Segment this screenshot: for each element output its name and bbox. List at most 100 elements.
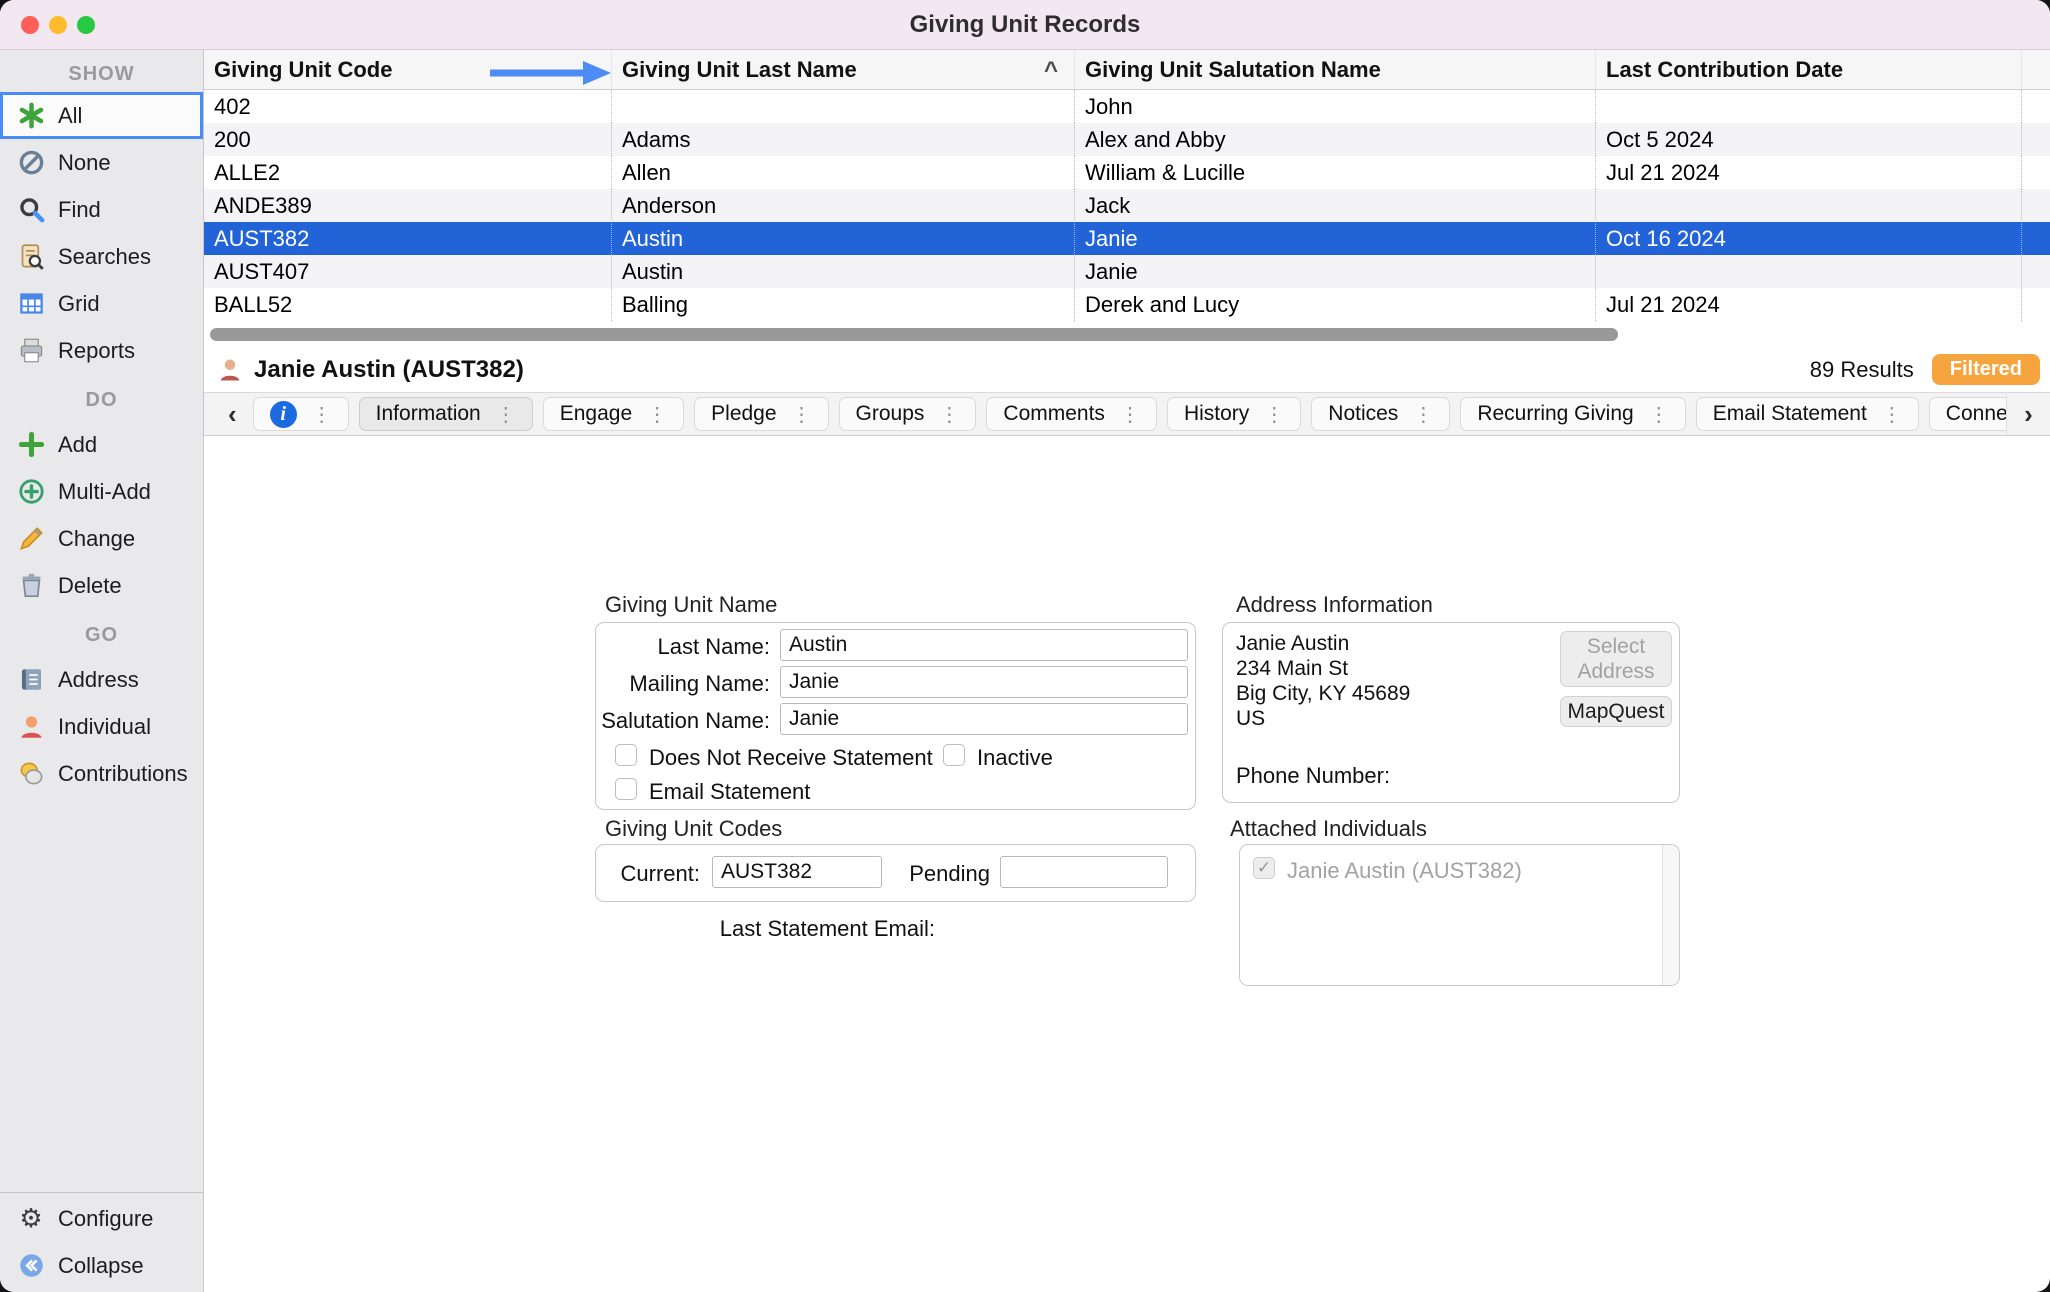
record-tab-bar: ‹ i ⋮ Information ⋮ Engage⋮ Pledge⋮ Group… [204, 392, 2050, 436]
horizontal-scrollbar-thumb[interactable] [210, 328, 1618, 341]
sidebar-item-none[interactable]: None [0, 139, 203, 186]
tab-recurring-giving[interactable]: Recurring Giving⋮ [1460, 397, 1685, 431]
sidebar-item-reports[interactable]: Reports [0, 327, 203, 374]
sidebar-item-collapse[interactable]: Collapse [0, 1242, 203, 1289]
sidebar: SHOW All None Find Searches Grid Reports… [0, 50, 204, 1292]
table-row-selected[interactable]: AUST382 Austin Janie Oct 16 2024 [204, 222, 2050, 255]
tab-groups[interactable]: Groups ⋮ [839, 397, 977, 431]
tab-menu-icon[interactable]: ⋮ [792, 402, 812, 427]
sidebar-item-label: Add [58, 432, 97, 458]
cell-code: AUST407 [204, 255, 612, 288]
tab-menu-icon[interactable]: ⋮ [496, 402, 516, 427]
tabs-scroll-left-button[interactable]: ‹ [222, 399, 243, 430]
pending-code-input[interactable] [1000, 856, 1168, 888]
select-address-button[interactable]: Select Address [1560, 631, 1672, 687]
sidebar-item-label: Collapse [58, 1253, 144, 1279]
sidebar-item-individual[interactable]: Individual [0, 703, 203, 750]
app-window: Giving Unit Records SHOW All None Find S… [0, 0, 2050, 1292]
sidebar-item-configure[interactable]: ⚙ Configure [0, 1195, 203, 1242]
sidebar-item-label: Address [58, 667, 139, 693]
sidebar-item-label: Individual [58, 714, 151, 740]
asterisk-icon [16, 101, 46, 131]
current-code-label: Current: [488, 861, 700, 887]
tab-menu-icon[interactable]: ⋮ [1264, 402, 1284, 427]
inactive-label: Inactive [977, 745, 1053, 771]
tab-email-statement[interactable]: Email Statement⋮ [1696, 397, 1919, 431]
tab-pledge[interactable]: Pledge⋮ [694, 397, 828, 431]
chevron-left-icon: ‹ [228, 399, 237, 429]
pending-code-label: Pending [778, 861, 990, 887]
sidebar-item-address[interactable]: Address [0, 656, 203, 703]
column-header-giving-unit-salutation-name[interactable]: Giving Unit Salutation Name [1075, 50, 1596, 89]
tab-menu-icon[interactable]: ⋮ [647, 402, 667, 427]
sidebar-item-label: None [58, 150, 111, 176]
tab-label: Information [376, 402, 481, 426]
tabs-scroll-right-button[interactable]: › [2006, 394, 2050, 434]
sidebar-item-label: All [58, 103, 82, 129]
tab-menu-icon[interactable]: ⋮ [1649, 402, 1669, 427]
sidebar-item-searches[interactable]: Searches [0, 233, 203, 280]
tab-info[interactable]: i ⋮ [253, 397, 349, 431]
person-bust-icon [216, 356, 244, 384]
tab-menu-icon[interactable]: ⋮ [1413, 402, 1433, 427]
column-header-label: Giving Unit Salutation Name [1085, 57, 1381, 82]
last-name-input[interactable] [780, 629, 1188, 661]
cell-gutter [2022, 156, 2050, 189]
cell-code: 200 [204, 123, 612, 156]
salutation-name-input[interactable] [780, 703, 1188, 735]
tab-menu-icon[interactable]: ⋮ [312, 402, 332, 427]
tab-label: Comments [1003, 402, 1105, 426]
plus-icon [16, 430, 46, 460]
column-header-last-contribution-date[interactable]: Last Contribution Date [1596, 50, 2022, 89]
sidebar-item-label: Configure [58, 1206, 153, 1232]
table-row[interactable]: 200 Adams Alex and Abby Oct 5 2024 [204, 123, 2050, 156]
sidebar-section-show: SHOW [0, 50, 203, 92]
cell-last-name [612, 90, 1075, 123]
horizontal-scrollbar[interactable] [204, 321, 2050, 347]
filtered-badge[interactable]: Filtered [1932, 354, 2040, 385]
table-row[interactable]: AUST407 Austin Janie [204, 255, 2050, 288]
inactive-checkbox[interactable]: ✓ [943, 744, 965, 766]
tab-menu-icon[interactable]: ⋮ [939, 402, 959, 427]
magnifier-icon [16, 195, 46, 225]
sidebar-item-delete[interactable]: Delete [0, 562, 203, 609]
attached-individual-checkbox[interactable]: ✓ [1253, 857, 1275, 879]
email-statement-checkbox[interactable]: ✓ [615, 778, 637, 800]
tab-menu-icon[interactable]: ⋮ [1882, 402, 1902, 427]
sidebar-item-change[interactable]: Change [0, 515, 203, 562]
pencil-icon [16, 524, 46, 554]
table-row[interactable]: ALLE2 Allen William & Lucille Jul 21 202… [204, 156, 2050, 189]
sidebar-item-label: Reports [58, 338, 135, 364]
sidebar-item-find[interactable]: Find [0, 186, 203, 233]
tab-engage[interactable]: Engage⋮ [543, 397, 684, 431]
table-row[interactable]: 402 John [204, 90, 2050, 123]
tab-menu-icon[interactable]: ⋮ [1120, 402, 1140, 427]
tab-comments[interactable]: Comments ⋮ [986, 397, 1157, 431]
cell-last-name: Austin [612, 255, 1075, 288]
address-book-icon [16, 665, 46, 695]
cell-gutter [2022, 288, 2050, 321]
tab-notices[interactable]: Notices⋮ [1311, 397, 1450, 431]
cell-last-contribution: Jul 21 2024 [1596, 288, 2022, 321]
cell-last-name: Allen [612, 156, 1075, 189]
tab-label: Groups [856, 402, 925, 426]
last-statement-email-label: Last Statement Email: [595, 916, 935, 942]
does-not-receive-statement-checkbox[interactable]: ✓ [615, 744, 637, 766]
last-name-label: Last Name: [558, 634, 770, 660]
mailing-name-input[interactable] [780, 666, 1188, 698]
sidebar-item-all[interactable]: All [0, 92, 203, 139]
sidebar-item-grid[interactable]: Grid [0, 280, 203, 327]
column-header-giving-unit-last-name[interactable]: Giving Unit Last Name ^ [612, 50, 1075, 89]
table-row[interactable]: BALL52 Balling Derek and Lucy Jul 21 202… [204, 288, 2050, 321]
results-count: 89 Results [1810, 357, 1914, 383]
table-row[interactable]: ANDE389 Anderson Jack [204, 189, 2050, 222]
mapquest-button[interactable]: MapQuest [1560, 696, 1672, 727]
tab-information[interactable]: Information ⋮ [359, 397, 533, 431]
tab-history[interactable]: History⋮ [1167, 397, 1301, 431]
sidebar-item-add[interactable]: Add [0, 421, 203, 468]
cell-last-contribution [1596, 90, 2022, 123]
sidebar-item-multi-add[interactable]: Multi-Add [0, 468, 203, 515]
attached-individuals-scrollbar[interactable] [1662, 845, 1679, 985]
sidebar-item-label: Searches [58, 244, 151, 270]
sidebar-item-contributions[interactable]: Contributions [0, 750, 203, 797]
